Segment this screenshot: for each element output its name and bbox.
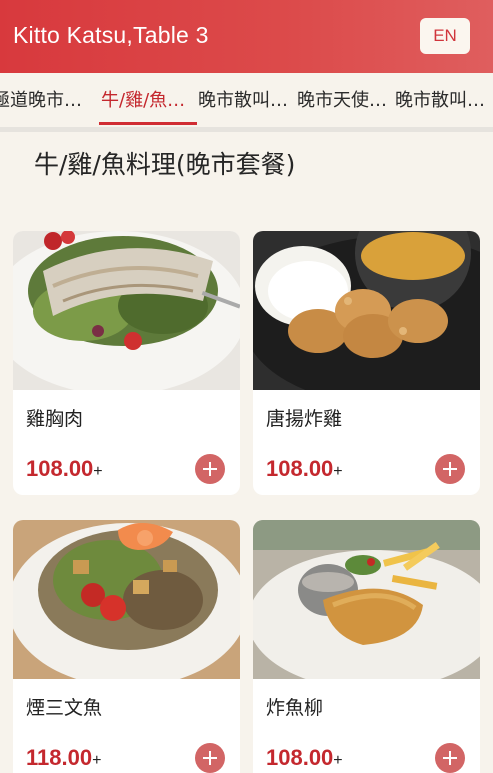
price-value: 108.00 [266, 456, 334, 481]
tab-category-4[interactable]: 晚市天使… [297, 86, 387, 112]
menu-item-card[interactable]: 炸魚柳 108.00+ [253, 520, 480, 773]
price-value: 108.00 [266, 745, 334, 770]
app-header: Kitto Katsu,Table 3 EN [0, 0, 493, 73]
plus-icon [443, 462, 457, 476]
tab-category-3[interactable]: 晚市散叫… [198, 86, 288, 112]
menu-item-card[interactable]: 唐揚炸雞 108.00+ [253, 231, 480, 495]
add-item-button[interactable] [435, 743, 465, 773]
menu-item-price: 108.00+ [26, 456, 103, 482]
menu-item-price: 118.00+ [26, 745, 101, 771]
smoked-salmon-salad-photo [13, 520, 240, 679]
chicken-breast-salad-photo [13, 231, 240, 390]
plus-icon [203, 462, 217, 476]
menu-item-card[interactable]: 煙三文魚 118.00+ [13, 520, 240, 773]
price-suffix: + [92, 752, 102, 769]
price-value: 108.00 [26, 456, 94, 481]
menu-item-price: 108.00+ [266, 745, 343, 771]
tab-category-2[interactable]: 牛/雞/魚… [101, 86, 191, 112]
menu-item-name: 煙三文魚 [26, 697, 103, 719]
category-tabs: 極道晚市… 牛/雞/魚… 晚市散叫… 晚市天使… 晚市散叫… [0, 73, 493, 129]
section-title: 牛/雞/魚料理(晚市套餐) [34, 150, 296, 179]
fish-fillet-fries-photo [253, 520, 480, 679]
menu-item-name: 雞胸肉 [26, 408, 84, 430]
plus-icon [203, 751, 217, 765]
menu-item-card[interactable]: 雞胸肉 108.00+ [13, 231, 240, 495]
language-toggle-button[interactable]: EN [420, 18, 470, 54]
price-value: 118.00 [26, 745, 93, 770]
tab-category-5[interactable]: 晚市散叫… [395, 86, 485, 112]
tab-category-1[interactable]: 極道晚市… [0, 86, 82, 112]
menu-item-name: 唐揚炸雞 [266, 408, 343, 430]
fried-chicken-curry-photo [253, 231, 480, 390]
restaurant-table-title: Kitto Katsu,Table 3 [13, 22, 209, 48]
menu-item-price: 108.00+ [266, 456, 343, 482]
add-item-button[interactable] [195, 743, 225, 773]
menu-item-name: 炸魚柳 [266, 697, 324, 719]
active-tab-indicator [99, 122, 197, 125]
plus-icon [443, 751, 457, 765]
tabs-divider [0, 127, 493, 132]
add-item-button[interactable] [195, 454, 225, 484]
add-item-button[interactable] [435, 454, 465, 484]
price-suffix: + [333, 752, 343, 769]
price-suffix: + [93, 463, 103, 480]
price-suffix: + [333, 463, 343, 480]
